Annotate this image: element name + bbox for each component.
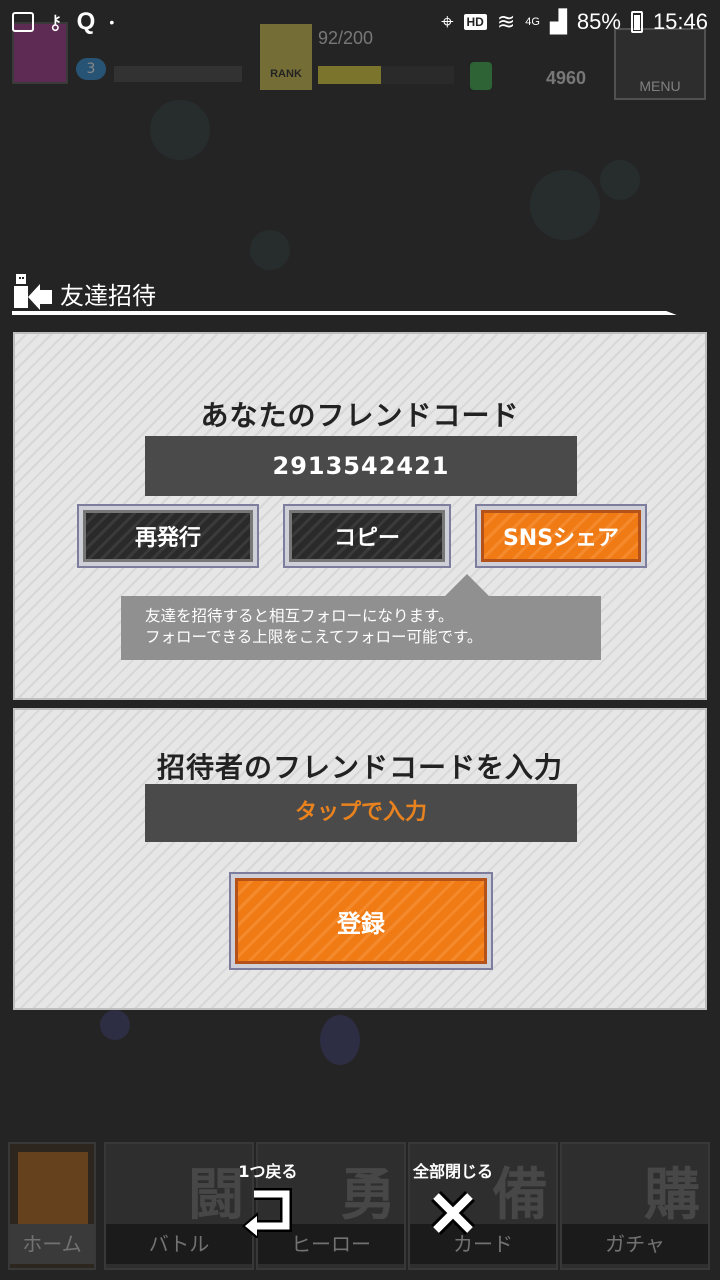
status-bar: ⚷ Q • ⌖ HD ≋ 4G ▟ 85% 15:46 [0,0,720,44]
inviter-code-input[interactable]: タップで入力 [145,784,577,842]
gacha-glyph: 購 [644,1162,700,1228]
friend-code-display: 2913542421 [145,436,577,496]
player-level-badge: 3 [76,58,106,80]
exp-bar [318,66,454,84]
register-button[interactable]: 登録 [229,872,493,970]
share-tooltip: 友達を招待すると相互フォローになります。 フォローできる上限をこえてフォロー可能… [121,596,601,660]
close-all-action[interactable]: 全部閉じる [398,1158,508,1242]
item-can-icon [470,62,492,90]
location-icon: ⌖ [441,9,454,34]
reissue-button[interactable]: 再発行 [77,504,259,568]
network-label: 4G [525,16,540,28]
screen: ⚷ Q • ⌖ HD ≋ 4G ▟ 85% 15:46 3 RANK 92/20… [0,0,720,1280]
tooltip-line-2: フォローできる上限をこえてフォロー可能です。 [145,628,483,646]
exp-bar-fill [318,66,381,84]
tooltip-line-1: 友達を招待すると相互フォローになります。 [145,607,454,625]
battery-icon [630,11,643,33]
key-icon: ⚷ [48,11,63,34]
close-all-label: 全部閉じる [412,1162,493,1181]
section-title: 友達招待 [60,282,156,310]
nav-gacha[interactable]: 購 ガチャ [560,1142,710,1270]
battery-percent: 85% [576,9,621,34]
reissue-button-label: 再発行 [83,510,253,562]
copy-button[interactable]: コピー [283,504,451,568]
inviter-code-panel: 招待者のフレンドコードを入力 タップで入力 登録 [13,708,707,1010]
background-decoration [530,170,600,240]
hd-badge: HD [463,14,487,30]
background-decoration [250,230,290,270]
back-label: 1つ戻る [238,1162,298,1181]
gallery-icon [12,12,34,32]
back-action[interactable]: 1つ戻る [222,1158,314,1242]
nav-home[interactable]: ホーム [8,1142,96,1270]
copy-button-label: コピー [289,510,445,562]
stamina-bar [114,66,242,82]
inviter-heading: 招待者のフレンドコードを入力 [156,751,563,784]
close-icon [431,1191,475,1235]
wifi-icon: ≋ [496,9,516,34]
q-icon: Q [76,8,96,35]
sns-share-button-label: SNSシェア [481,510,641,562]
return-arrow-icon [242,1188,292,1240]
bottom-nav: ホーム 闘 バトル 勇 ヒーロー 備 カード 購 ガチャ [8,1142,712,1270]
nav-gacha-label: ガチャ [562,1224,708,1264]
clock: 15:46 [652,9,708,34]
invite-arrow-icon [14,274,52,310]
home-icon [18,1152,88,1224]
dot-icon: • [109,14,115,30]
coin-count: 4960 [546,68,587,88]
background-decoration [100,1010,130,1040]
background-decoration [150,100,210,160]
register-button-label: 登録 [235,878,487,964]
my-code-heading: あなたのフレンドコード [200,399,520,432]
sns-share-button[interactable]: SNSシェア [475,504,647,568]
my-code-panel: あなたのフレンドコード 2913542421 再発行 コピー SNSシェア 友達… [13,332,707,700]
background-decoration [600,160,640,200]
hero-glyph: 勇 [340,1162,396,1228]
nav-home-label: ホーム [10,1224,94,1264]
section-header: 友達招待 [12,268,708,318]
signal-icon: ▟ [549,9,567,34]
background-decoration [320,1015,360,1065]
section-divider [12,311,677,315]
tooltip-arrow [445,574,489,596]
